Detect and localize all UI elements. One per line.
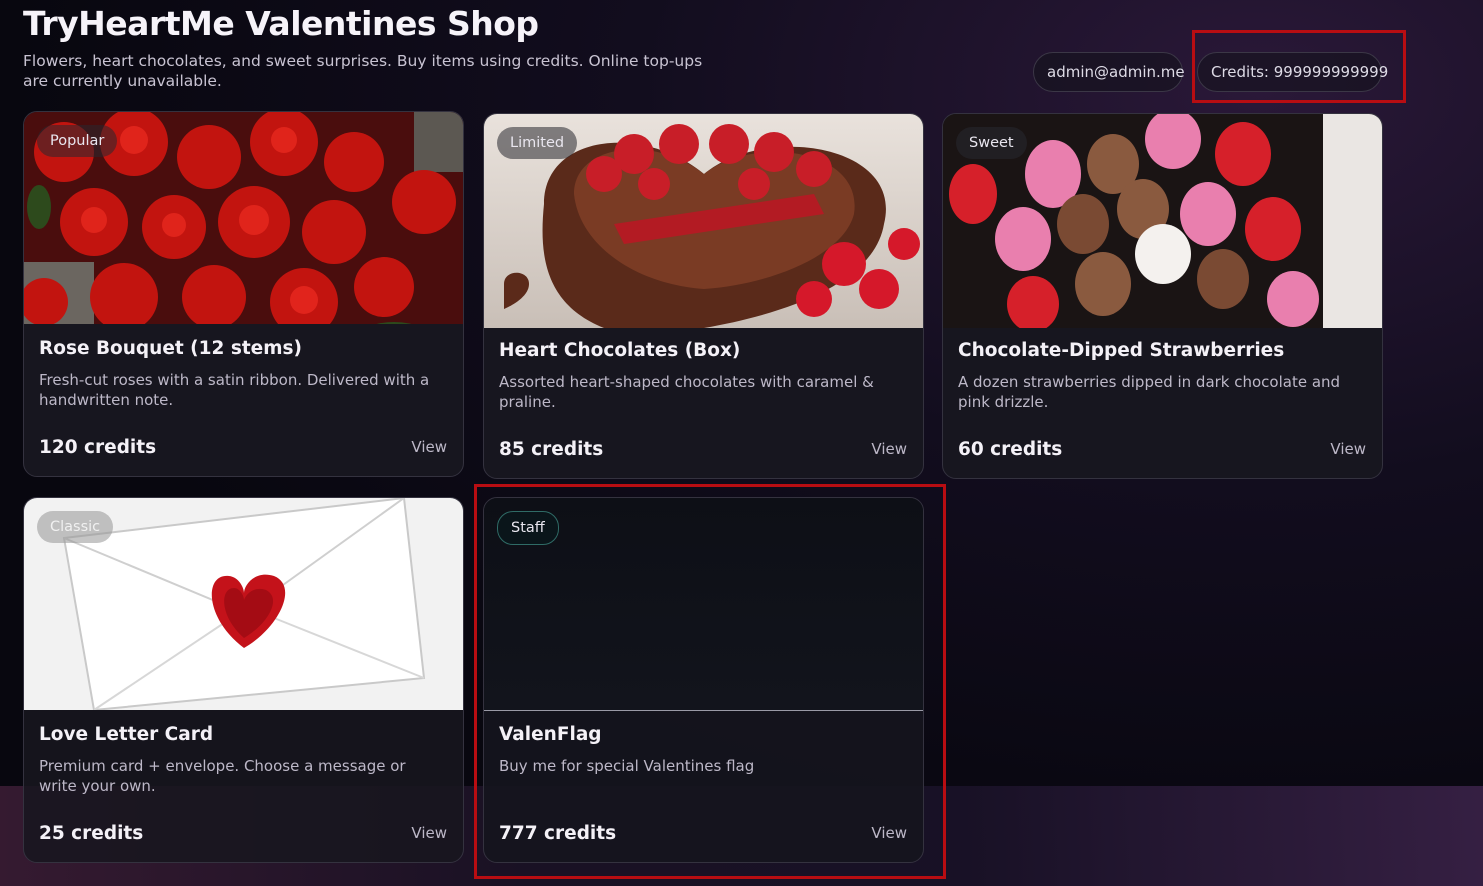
product-title: Love Letter Card (39, 724, 214, 745)
product-title: Rose Bouquet (12 stems) (39, 338, 302, 359)
view-link[interactable]: View (1330, 440, 1366, 458)
product-title: Chocolate-Dipped Strawberries (958, 340, 1285, 361)
product-tag: Popular (37, 125, 118, 157)
product-tag: Limited (497, 127, 578, 159)
product-price: 120 credits (39, 437, 157, 458)
view-link[interactable]: View (411, 824, 447, 842)
view-link[interactable]: View (871, 440, 907, 458)
product-description: Premium card + envelope. Choose a messag… (39, 757, 406, 795)
highlight-box-credits (1192, 30, 1406, 103)
page-title: TryHeartMe Valentines Shop (23, 4, 539, 43)
product-card-heart-chocolates[interactable]: Limited Heart Chocolates (Box) Assorted … (483, 113, 924, 479)
product-description: Fresh-cut roses with a satin ribbon. Del… (39, 371, 430, 409)
account-email-pill[interactable]: admin@admin.me (1033, 52, 1185, 92)
product-price: 85 credits (499, 439, 604, 460)
product-price: 25 credits (39, 823, 144, 844)
product-tag: Classic (37, 511, 114, 543)
heart-chocolate-box-image: Limited (484, 114, 923, 328)
page-subtitle: Flowers, heart chocolates, and sweet sur… (23, 52, 703, 90)
product-tag: Sweet (956, 127, 1027, 159)
highlight-box-valenflag (474, 484, 946, 879)
product-description: Assorted heart-shaped chocolates with ca… (499, 373, 874, 411)
view-link[interactable]: View (411, 438, 447, 456)
product-card-dipped-strawberries[interactable]: Sweet Chocolate-Dipped Strawberries A do… (942, 113, 1383, 479)
product-card-rose-bouquet[interactable]: Popular Rose Bouquet (12 stems) Fresh-cu… (23, 111, 464, 477)
product-description: A dozen strawberries dipped in dark choc… (958, 373, 1341, 411)
product-card-love-letter[interactable]: Classic Love Letter Card Premium card + … (23, 497, 464, 863)
page-header: TryHeartMe Valentines Shop Flowers, hear… (23, 4, 723, 91)
rose-bouquet-image: Popular (24, 112, 463, 324)
dipped-strawberries-image: Sweet (943, 114, 1382, 328)
product-price: 60 credits (958, 439, 1063, 460)
product-title: Heart Chocolates (Box) (499, 340, 741, 361)
sealed-envelope-image: Classic (24, 498, 463, 710)
